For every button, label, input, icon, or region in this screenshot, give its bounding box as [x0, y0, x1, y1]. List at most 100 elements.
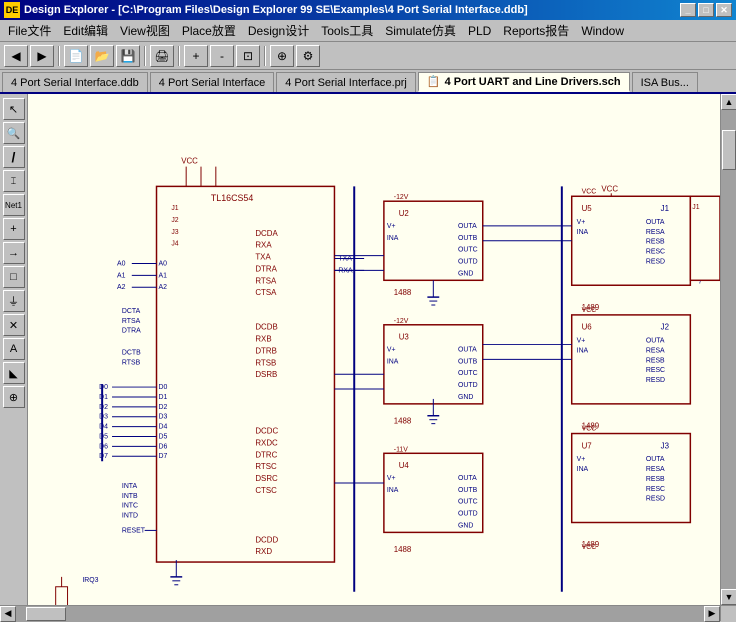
zoom-in-button[interactable]: + [184, 45, 208, 67]
svg-text:J1: J1 [661, 204, 669, 213]
svg-text:D3: D3 [99, 414, 108, 421]
svg-text:U6: U6 [582, 323, 593, 332]
menu-file[interactable]: File文件 [2, 20, 57, 41]
bus-entry-tool[interactable]: ◣ [3, 362, 25, 384]
svg-text:A1: A1 [158, 272, 167, 279]
pointer-tool[interactable]: ↖ [3, 98, 25, 120]
zoom-fit-button[interactable]: ⊡ [236, 45, 260, 67]
svg-text:1488: 1488 [394, 288, 412, 297]
svg-text:DCDA: DCDA [255, 229, 278, 238]
menu-design[interactable]: Design设计 [242, 20, 315, 41]
scroll-left-button[interactable]: ◀ [0, 606, 16, 622]
svg-text:DTRB: DTRB [255, 346, 276, 355]
svg-text:RXDC: RXDC [255, 438, 278, 447]
cross-probe-tool[interactable]: ⊕ [3, 386, 25, 408]
scroll-up-button[interactable]: ▲ [721, 94, 736, 110]
svg-text:DCTB: DCTB [122, 349, 141, 356]
svg-text:INA: INA [577, 347, 589, 354]
forward-button[interactable]: ▶ [30, 45, 54, 67]
print-button[interactable]: 🖨 [150, 45, 174, 67]
open-button[interactable]: 📂 [90, 45, 114, 67]
svg-text:GND: GND [458, 270, 473, 277]
cross-probe-button[interactable]: ⊕ [270, 45, 294, 67]
junction-tool[interactable]: + [3, 218, 25, 240]
svg-text:D6: D6 [158, 443, 167, 450]
hscroll-thumb[interactable] [26, 607, 66, 621]
zoom-out-button[interactable]: - [210, 45, 234, 67]
titlebar-buttons[interactable]: _ □ ✕ [680, 3, 732, 17]
svg-text:J2: J2 [171, 217, 178, 224]
left-toolbar: ↖ 🔍 / ⌶ Net1 + → □ ⏚ ✕ A ◣ ⊕ [0, 94, 28, 605]
svg-text:RTSB: RTSB [122, 359, 141, 366]
svg-text:D7: D7 [99, 453, 108, 460]
svg-text:INTA: INTA [122, 483, 138, 490]
svg-text:D7: D7 [158, 453, 167, 460]
menu-reports[interactable]: Reports报告 [497, 20, 575, 41]
scroll-right-button[interactable]: ▶ [704, 606, 720, 622]
tab-prj[interactable]: 4 Port Serial Interface.prj [276, 72, 416, 92]
menu-edit[interactable]: Edit编辑 [57, 20, 114, 41]
svg-text:OUTD: OUTD [458, 382, 478, 389]
svg-text:V+: V+ [387, 346, 396, 353]
text-tool[interactable]: A [3, 338, 25, 360]
menu-tools[interactable]: Tools工具 [315, 20, 379, 41]
schematic-canvas[interactable]: TL16CS54 VCC A0 A0 A1 A1 A2 A2 D0 D0 D1 … [28, 94, 720, 605]
svg-text:VCC: VCC [582, 544, 597, 551]
tab-isa-label: ISA Bus... [641, 77, 689, 89]
tab-ddb[interactable]: 4 Port Serial Interface.ddb [2, 72, 148, 92]
zoom-tool[interactable]: 🔍 [3, 122, 25, 144]
wire-tool[interactable]: / [3, 146, 25, 168]
tab-prj-label: 4 Port Serial Interface.prj [285, 77, 407, 89]
svg-text:RESC: RESC [646, 367, 665, 374]
power-tool[interactable]: ⏚ [3, 290, 25, 312]
close-button[interactable]: ✕ [716, 3, 732, 17]
net-tool[interactable]: Net1 [3, 194, 25, 216]
toolbar-separator-2 [144, 46, 146, 66]
component-tool[interactable]: → [3, 242, 25, 264]
svg-text:U5: U5 [582, 204, 593, 213]
save-button[interactable]: 💾 [116, 45, 140, 67]
maximize-button[interactable]: □ [698, 3, 714, 17]
scroll-down-button[interactable]: ▼ [721, 589, 736, 605]
bus-tool[interactable]: ⌶ [3, 170, 25, 192]
tab-uart[interactable]: 📋 4 Port UART and Line Drivers.sch [418, 72, 630, 92]
menu-pld[interactable]: PLD [462, 22, 497, 40]
svg-text:TXA: TXA [255, 253, 271, 262]
svg-text:OUTA: OUTA [646, 219, 665, 226]
minimize-button[interactable]: _ [680, 3, 696, 17]
hscroll-track[interactable] [16, 606, 704, 622]
vscroll-thumb[interactable] [722, 130, 736, 170]
svg-text:RESC: RESC [646, 486, 665, 493]
port-tool[interactable]: □ [3, 266, 25, 288]
menu-view[interactable]: View视图 [114, 20, 176, 41]
new-button[interactable]: 📄 [64, 45, 88, 67]
svg-text:OUTA: OUTA [458, 223, 477, 230]
svg-text:RESB: RESB [646, 239, 665, 246]
svg-text:DCDB: DCDB [255, 323, 277, 332]
svg-text:J3: J3 [171, 229, 178, 236]
svg-text:U7: U7 [582, 441, 592, 450]
svg-text:DCDC: DCDC [255, 427, 278, 436]
svg-text:-11V: -11V [394, 446, 408, 453]
menu-window[interactable]: Window [575, 22, 630, 40]
menu-place[interactable]: Place放置 [176, 20, 242, 41]
svg-text:VCC: VCC [582, 307, 597, 314]
tab-serial[interactable]: 4 Port Serial Interface [150, 72, 274, 92]
horizontal-scrollbar[interactable]: ◀ ▶ [0, 605, 720, 621]
svg-text:1488: 1488 [394, 417, 412, 426]
svg-text:DTRA: DTRA [255, 264, 277, 273]
svg-text:D0: D0 [158, 384, 167, 391]
toolbar-separator-1 [58, 46, 60, 66]
hierarchy-button[interactable]: ⚙ [296, 45, 320, 67]
svg-text:VCC: VCC [601, 184, 618, 193]
no-erc-tool[interactable]: ✕ [3, 314, 25, 336]
svg-text:J2: J2 [661, 323, 669, 332]
svg-text:RTSA: RTSA [122, 318, 141, 325]
vertical-scrollbar[interactable]: ▲ ▼ [720, 94, 736, 605]
tab-isa[interactable]: ISA Bus... [632, 72, 698, 92]
svg-text:OUTA: OUTA [646, 456, 665, 463]
menu-simulate[interactable]: Simulate仿真 [379, 20, 462, 41]
svg-text:RESD: RESD [646, 258, 665, 265]
svg-text:INA: INA [387, 235, 399, 242]
back-button[interactable]: ◀ [4, 45, 28, 67]
